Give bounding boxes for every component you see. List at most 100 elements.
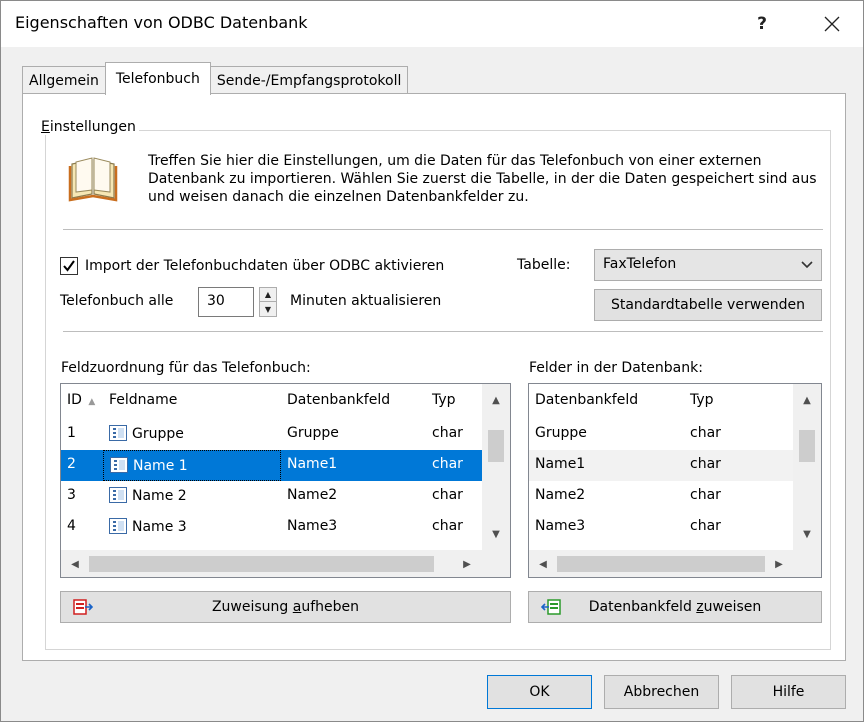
- mapping-list[interactable]: ID ▲ Feldname Datenbankfeld Typ 1 Gruppe…: [60, 383, 511, 578]
- dbfields-vertical-scrollbar[interactable]: ▲ ▼: [793, 384, 821, 550]
- cancel-button[interactable]: Abbrechen: [604, 675, 719, 709]
- spin-up-icon[interactable]: ▲: [260, 288, 276, 302]
- row-fieldname-cell: Gruppe: [103, 419, 281, 450]
- row-dbfield: Name2: [287, 487, 338, 503]
- dbfields-list[interactable]: Datenbankfeld Typ Gruppe char Name1 char…: [528, 383, 822, 578]
- mapping-row-selected[interactable]: 2 Name 1 Name1 char: [61, 450, 510, 481]
- tab-panel: Einstellungen Treffen Sie hier die Einst…: [22, 93, 846, 661]
- separator-middle: [63, 331, 823, 332]
- dbfield-row[interactable]: Name2 char: [529, 481, 821, 512]
- row-fieldname-cell: Name 2: [103, 481, 281, 512]
- column-header-typ[interactable]: Typ: [684, 384, 794, 417]
- mapping-row[interactable]: 4 Name 3 Name3 char: [61, 512, 510, 543]
- chevron-down-icon: [801, 261, 813, 269]
- row-fieldname-cell: Name 1: [103, 450, 281, 481]
- column-header-typ[interactable]: Typ: [426, 384, 482, 417]
- description-text: Treffen Sie hier die Einstellungen, um d…: [148, 153, 817, 205]
- column-header-datenbankfeld[interactable]: Datenbankfeld: [281, 384, 426, 417]
- unassign-button[interactable]: Zuweisung a ufheben: [60, 591, 511, 623]
- table-select[interactable]: FaxTelefon: [594, 249, 822, 281]
- scroll-thumb[interactable]: [557, 556, 765, 572]
- row-fieldname-cell: Name 3: [103, 512, 281, 543]
- column-header-id[interactable]: ID ▲: [61, 384, 103, 417]
- field-icon: [109, 487, 127, 503]
- scroll-left-icon[interactable]: ◀: [61, 550, 89, 577]
- scroll-down-icon[interactable]: ▼: [482, 520, 510, 548]
- row-id: 2: [61, 450, 103, 481]
- row-dbfield: Name2: [535, 487, 586, 503]
- book-icon: [68, 157, 118, 202]
- help-icon[interactable]: ?: [739, 1, 785, 47]
- row-type: char: [690, 487, 721, 503]
- sort-ascending-icon: ▲: [88, 397, 96, 407]
- dbfield-row[interactable]: Name3 char: [529, 512, 821, 543]
- refresh-minutes-input[interactable]: 30: [198, 287, 254, 317]
- tab-telefonbuch[interactable]: Telefonbuch: [104, 62, 211, 95]
- scroll-thumb[interactable]: [488, 430, 504, 462]
- scroll-down-icon[interactable]: ▼: [793, 520, 821, 548]
- group-title-first-letter: E: [41, 119, 50, 135]
- row-dbfield: Name1: [281, 450, 426, 481]
- scroll-thumb[interactable]: [799, 430, 815, 462]
- dbfields-list-header: Datenbankfeld Typ: [529, 384, 821, 417]
- ok-button[interactable]: OK: [487, 675, 592, 709]
- scroll-up-icon[interactable]: ▲: [793, 386, 821, 414]
- row-type: char: [690, 456, 721, 472]
- field-icon: [110, 457, 128, 473]
- row-dbfield: Gruppe: [535, 425, 587, 441]
- mapping-row[interactable]: 1 Gruppe Gruppe char: [61, 419, 510, 450]
- default-table-button[interactable]: Standardtabelle verwenden: [594, 289, 822, 321]
- help-button[interactable]: Hilfe: [731, 675, 846, 709]
- column-header-feldname[interactable]: Feldname: [103, 384, 281, 417]
- dbfield-row[interactable]: Gruppe char: [529, 419, 821, 450]
- refresh-suffix-label: Minuten aktualisieren: [290, 293, 442, 309]
- field-icon: [109, 518, 127, 534]
- dbfields-horizontal-scrollbar[interactable]: ◀ ▶: [529, 550, 821, 577]
- assign-icon: [541, 599, 561, 615]
- row-type: char: [690, 425, 721, 441]
- window-title: Eigenschaften von ODBC Datenbank: [15, 13, 308, 32]
- group-title-rest: instellungen: [49, 119, 136, 135]
- dbfield-row[interactable]: Name1 char: [529, 450, 821, 481]
- scroll-right-icon[interactable]: ▶: [453, 550, 481, 577]
- row-id: 3: [67, 487, 76, 503]
- row-type: char: [432, 425, 463, 441]
- row-type: char: [432, 487, 463, 503]
- scroll-right-icon[interactable]: ▶: [765, 550, 793, 577]
- tab-sende-empfangsprotokoll[interactable]: Sende-/Empfangsprotokoll: [209, 66, 409, 94]
- row-fieldname: Gruppe: [132, 426, 184, 442]
- mapping-label: Feldzuordnung für das Telefonbuch:: [61, 360, 311, 376]
- close-icon[interactable]: [809, 1, 855, 47]
- row-dbfield: Name3: [535, 518, 586, 534]
- dbfields-label: Felder in der Datenbank:: [529, 360, 703, 376]
- mapping-horizontal-scrollbar[interactable]: ◀ ▶: [61, 550, 510, 577]
- unassign-label-accel: a: [292, 599, 302, 615]
- row-dbfield: Name3: [287, 518, 338, 534]
- column-header-datenbankfeld[interactable]: Datenbankfeld: [529, 384, 684, 417]
- unassign-icon: [73, 599, 93, 615]
- scroll-up-icon[interactable]: ▲: [482, 386, 510, 414]
- scroll-left-icon[interactable]: ◀: [529, 550, 557, 577]
- unassign-label-pre: Zuweisung: [211, 599, 293, 615]
- row-type: char: [426, 450, 482, 481]
- checkmark-icon: [63, 260, 75, 272]
- row-type: char: [690, 518, 721, 534]
- separator-top: [63, 229, 823, 230]
- scroll-thumb[interactable]: [89, 556, 434, 572]
- table-label: Tabelle:: [517, 257, 571, 273]
- assign-label-accel: z: [696, 599, 704, 615]
- spin-down-icon[interactable]: ▼: [260, 302, 276, 316]
- field-icon: [109, 425, 127, 441]
- import-checkbox-label[interactable]: Import der Telefonbuchdaten über ODBC ak…: [85, 258, 444, 274]
- mapping-vertical-scrollbar[interactable]: ▲ ▼: [482, 384, 510, 550]
- table-select-value: FaxTelefon: [603, 256, 677, 272]
- tab-allgemein[interactable]: Allgemein: [22, 66, 106, 94]
- assign-dbfield-button[interactable]: Datenbankfeld z uweisen: [528, 591, 822, 623]
- row-fieldname: Name 2: [132, 488, 187, 504]
- mapping-row[interactable]: 3 Name 2 Name2 char: [61, 481, 510, 512]
- row-fieldname: Name 1: [133, 458, 188, 474]
- row-dbfield: Name1: [535, 456, 586, 472]
- mapping-list-header: ID ▲ Feldname Datenbankfeld Typ: [61, 384, 510, 417]
- row-fieldname: Name 3: [132, 519, 187, 535]
- import-checkbox[interactable]: [60, 257, 78, 275]
